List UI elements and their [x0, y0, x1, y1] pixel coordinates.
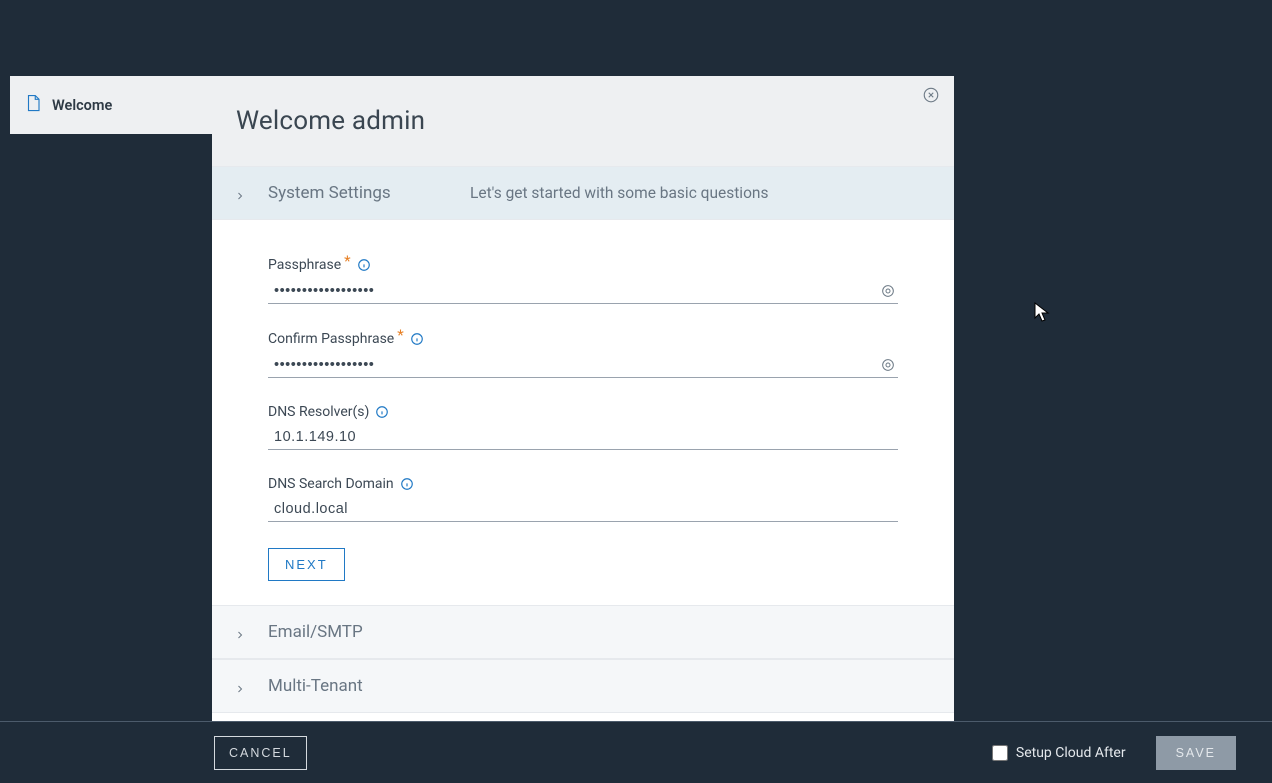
section-title-tenant: Multi-Tenant: [268, 676, 448, 696]
info-icon[interactable]: [357, 258, 371, 272]
setup-cloud-checkbox[interactable]: [992, 745, 1008, 761]
info-icon[interactable]: [375, 405, 389, 419]
field-passphrase: Passphrase *: [268, 256, 898, 304]
label-dns-search: DNS Search Domain: [268, 476, 394, 492]
field-confirm-passphrase: Confirm Passphrase *: [268, 330, 898, 378]
section-title-system: System Settings: [268, 183, 448, 203]
dialog-header: Welcome admin: [212, 76, 954, 166]
file-icon: [24, 93, 42, 117]
section-title-email: Email/SMTP: [268, 622, 448, 642]
info-icon[interactable]: [400, 477, 414, 491]
section-subtitle-system: Let's get started with some basic questi…: [470, 184, 768, 202]
label-passphrase: Passphrase: [268, 257, 341, 273]
footer-bar: CANCEL Setup Cloud After SAVE: [0, 721, 1272, 783]
section-header-system[interactable]: System Settings Let's get started with s…: [212, 166, 954, 220]
cancel-button[interactable]: CANCEL: [214, 736, 307, 770]
confirm-passphrase-input[interactable]: [268, 357, 880, 373]
section-header-email[interactable]: Email/SMTP: [212, 605, 954, 659]
welcome-dialog: Welcome admin System Settings Let's get …: [212, 76, 954, 721]
label-confirm-passphrase: Confirm Passphrase: [268, 331, 394, 347]
password-toggle-icon[interactable]: [880, 357, 896, 373]
chevron-right-icon: [234, 187, 246, 199]
section-header-tenant[interactable]: Multi-Tenant: [212, 659, 954, 713]
required-star: *: [344, 252, 350, 270]
dns-search-input[interactable]: [268, 501, 898, 517]
next-button[interactable]: NEXT: [268, 548, 345, 581]
sidebar-tab-welcome[interactable]: Welcome: [10, 76, 212, 134]
field-dns-search: DNS Search Domain: [268, 476, 898, 522]
dns-resolver-input[interactable]: [268, 429, 898, 445]
cursor-icon: [1034, 302, 1050, 324]
field-dns-resolver: DNS Resolver(s): [268, 404, 898, 450]
save-button[interactable]: SAVE: [1156, 736, 1236, 770]
info-icon[interactable]: [410, 332, 424, 346]
chevron-right-icon: [234, 680, 246, 692]
dialog-title: Welcome admin: [236, 106, 425, 136]
password-toggle-icon[interactable]: [880, 283, 896, 299]
label-dns-resolver: DNS Resolver(s): [268, 404, 369, 420]
section-body-system: Passphrase * Confirm Passphrase *: [212, 220, 954, 605]
close-icon[interactable]: [922, 86, 940, 104]
setup-cloud-checkbox-wrap[interactable]: Setup Cloud After: [992, 745, 1126, 761]
passphrase-input[interactable]: [268, 283, 880, 299]
setup-cloud-label: Setup Cloud After: [1016, 745, 1126, 761]
required-star: *: [397, 326, 403, 344]
sidebar-tab-label: Welcome: [52, 97, 112, 114]
chevron-right-icon: [234, 626, 246, 638]
